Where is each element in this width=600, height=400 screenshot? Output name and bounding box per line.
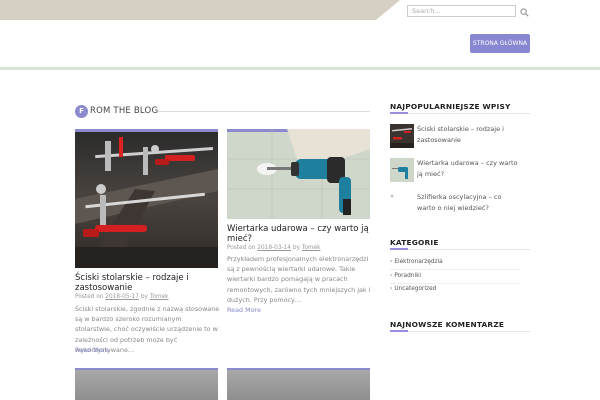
top-bar [0, 0, 600, 20]
chevron-right-icon: › [390, 286, 393, 292]
post-image-drill[interactable] [227, 129, 370, 219]
read-more-link[interactable]: Read More [75, 346, 109, 354]
blog-section-heading: F ROM THE BLOG [75, 104, 370, 118]
post-author-link[interactable]: Tomek [150, 294, 169, 300]
search-form [407, 5, 529, 17]
popular-post-item[interactable]: » Szlifierka oscylacyjna – co warto o ni… [390, 192, 520, 216]
posted-on-label: Posted on [75, 294, 104, 300]
popular-post-item[interactable]: Ściski stolarskie – rodzaje i zastosowan… [390, 124, 520, 152]
popular-post-thumb [390, 124, 414, 148]
category-item[interactable]: › Elektronarzędzia [390, 259, 520, 265]
widget-title-underline [390, 248, 530, 250]
category-item[interactable]: › Uncategorized [390, 286, 520, 292]
widget-title-underline [390, 112, 530, 114]
heading-rule [158, 111, 370, 112]
popular-post-link[interactable]: Wiertarka udarowa – czy warto ją mieć? [417, 158, 520, 180]
heading-text: ROM THE BLOG [90, 106, 159, 116]
search-input[interactable] [407, 5, 516, 17]
post-meta: Posted on 2018-05-17 by Tomek [75, 294, 169, 300]
read-more-link[interactable]: Read More [227, 306, 261, 314]
recent-comments-title: NAJNOWSZE KOMENTARZE [390, 320, 505, 329]
post-title[interactable]: Ściski stolarskie – rodzaje i zastosowan… [75, 273, 218, 293]
popular-posts-title: NAJPOPULARNIEJSZE WPISY [390, 102, 511, 111]
search-icon [519, 8, 529, 17]
post-meta: Posted on 2018-03-14 by Tomek [227, 245, 321, 251]
search-button[interactable] [519, 5, 529, 17]
by-label: by [140, 294, 148, 300]
chevron-right-icon: › [390, 259, 393, 265]
categories-title: KATEGORIE [390, 238, 439, 247]
post-date-link[interactable]: 2018-03-14 [257, 245, 291, 251]
post-title[interactable]: Wiertarka udarowa – czy warto ją mieć? [227, 224, 370, 244]
drill-photo [227, 129, 370, 219]
list-bullet: » [390, 192, 394, 200]
category-link[interactable]: Poradniki [394, 273, 421, 279]
category-link[interactable]: Uncategorized [394, 286, 436, 292]
heading-initial-badge: F [75, 105, 88, 118]
post-author-link[interactable]: Tomek [302, 245, 321, 251]
post-image-placeholder[interactable] [75, 368, 218, 400]
widget-title-underline [390, 330, 530, 332]
post-excerpt: Przykładem profesjonalnych elektronarzęd… [227, 255, 371, 304]
post-date-link[interactable]: 2018-05-17 [105, 294, 139, 300]
category-link[interactable]: Elektronarzędzia [394, 259, 442, 265]
posted-on-label: Posted on [227, 245, 256, 251]
category-divider [390, 283, 520, 284]
top-decor-shape [0, 0, 400, 20]
clamps-photo [75, 129, 218, 268]
popular-post-item[interactable]: Wiertarka udarowa – czy warto ją mieć? [390, 158, 520, 186]
header-divider [0, 67, 600, 70]
chevron-right-icon: › [390, 273, 393, 279]
category-item[interactable]: › Poradniki [390, 273, 520, 279]
post-image-placeholder[interactable] [227, 368, 370, 400]
nav-home-button[interactable]: STRONA GŁÓWNA [470, 34, 530, 53]
popular-post-link[interactable]: Szlifierka oscylacyjna – co warto o niej… [417, 192, 520, 214]
popular-post-thumb [390, 158, 414, 182]
post-image-clamps[interactable] [75, 129, 218, 268]
popular-post-link[interactable]: Ściski stolarskie – rodzaje i zastosowan… [417, 124, 520, 146]
by-label: by [292, 245, 300, 251]
category-divider [390, 269, 520, 270]
